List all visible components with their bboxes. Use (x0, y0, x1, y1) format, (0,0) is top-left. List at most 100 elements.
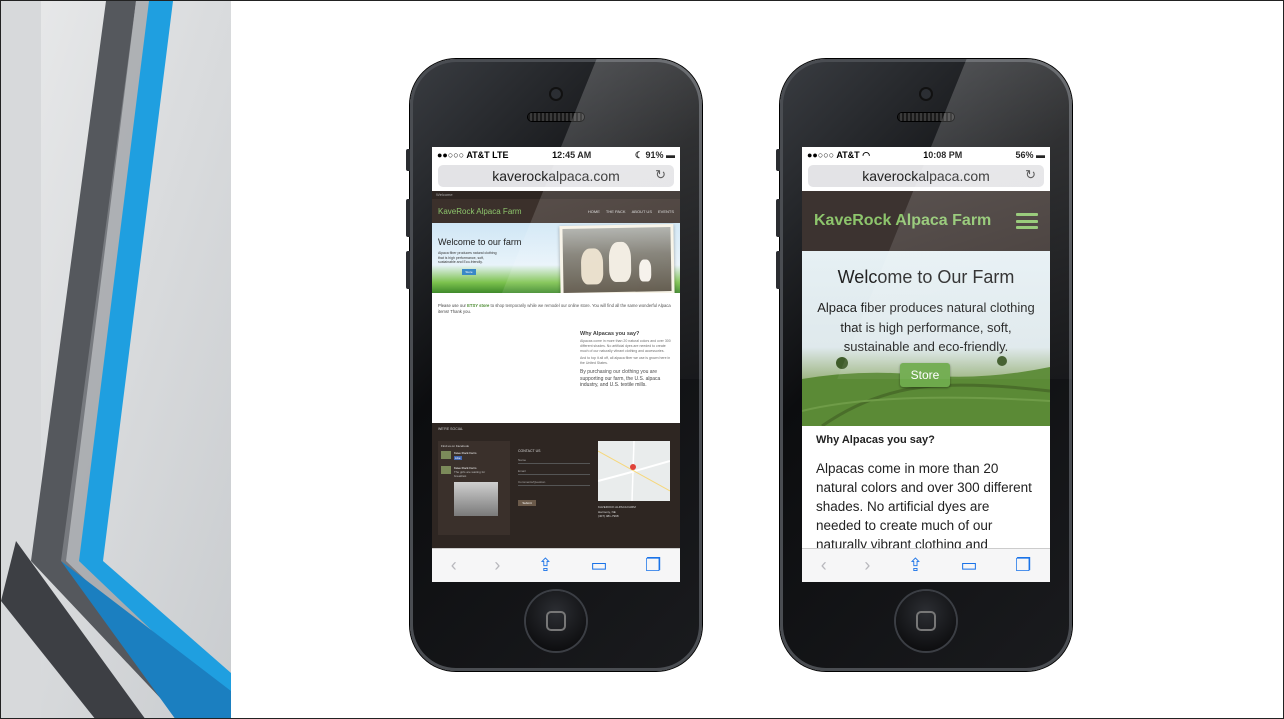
top-strip: Welcome (436, 192, 453, 197)
comments-field[interactable]: Comments/Question (518, 480, 590, 486)
status-bar: ●●○○○ AT&T ◠ 10:08 PM 56% ▬ (802, 147, 1050, 163)
forward-icon[interactable]: › (864, 555, 870, 576)
farm-address: KAVEROCK ALPACA FARM Harmony, NE (407) 4… (598, 505, 670, 519)
nav-events[interactable]: EVENTS (658, 209, 674, 214)
battery-label: ☾ 91% ▬ (634, 149, 675, 160)
hamburger-menu-icon[interactable] (1016, 213, 1038, 229)
alpaca-figure (608, 241, 632, 283)
slide: ●●○○○ AT&T LTE 12:45 AM ☾ 91% ▬ kaverock… (0, 0, 1284, 719)
facebook-label: Find us on Facebook (441, 444, 470, 448)
back-icon[interactable]: ‹ (451, 555, 457, 576)
store-button[interactable]: Store (462, 269, 476, 275)
url-text: kaverockalpaca.com (862, 168, 990, 184)
site-brand[interactable]: KaveRock Alpaca Farm (814, 212, 991, 230)
why-text: Alpacas come in more than 20 natural col… (816, 461, 1032, 548)
mute-switch (776, 149, 780, 171)
forward-icon[interactable]: › (494, 555, 500, 576)
alpaca-photo (559, 224, 675, 296)
home-button[interactable] (896, 591, 956, 651)
carrier-label: ●●○○○ AT&T LTE (437, 150, 509, 160)
hero-text: Alpaca fiber produces natural clothing t… (438, 251, 497, 265)
mobile-site-nav: KaveRock Alpaca Farm (802, 191, 1050, 251)
battery-label: 56% ▬ (1015, 150, 1045, 160)
submit-button[interactable]: Submit (518, 500, 536, 506)
carrier-text: ●●○○○ AT&T (807, 149, 863, 160)
name-field[interactable]: Name (518, 458, 590, 464)
facebook-page-row: Kave Rock Farm Like (438, 451, 510, 460)
side-stripes-graphic (1, 1, 231, 718)
earpiece-speaker (898, 113, 954, 121)
nav-about-us[interactable]: ABOUT US (632, 209, 652, 214)
hero-banner: Welcome to Our Farm Alpaca fiber produce… (802, 251, 1050, 426)
contact-form: CONTACT US Name Email Comments/Question … (518, 449, 590, 506)
front-camera (921, 89, 931, 99)
nav-home[interactable]: HOME (588, 209, 600, 214)
home-button[interactable] (526, 591, 586, 651)
back-icon[interactable]: ‹ (821, 555, 827, 576)
home-square-icon (916, 611, 936, 631)
store-notice: Please use our ETSY store to shop tempor… (438, 303, 674, 315)
site-brand[interactable]: KaveRock Alpaca Farm (438, 207, 522, 216)
hero-banner: Welcome to our farm Alpaca fiber produce… (432, 223, 680, 296)
earpiece-speaker (528, 113, 584, 121)
notice-prefix: Please use our (438, 303, 468, 308)
volume-up-button (406, 199, 410, 237)
store-button[interactable]: Store (900, 363, 950, 387)
tabs-icon[interactable]: ❐ (1015, 555, 1031, 576)
bookmarks-icon[interactable]: ▭ (591, 555, 608, 576)
share-icon[interactable]: ⇪ (908, 555, 923, 576)
hero-title: Welcome to our farm (438, 237, 522, 247)
content-body: Why Alpacas you say? Alpacas come in mor… (802, 426, 1050, 548)
why-text-1: Alpacas come in more than 20 natural col… (580, 339, 671, 353)
location-map[interactable] (598, 441, 670, 501)
site-menu: HOME THE PACK ABOUT US EVENTS (588, 209, 674, 214)
facebook-widget: Find us on Facebook Kave Rock Farm Like (438, 441, 510, 535)
site-nav: KaveRock Alpaca Farm HOME THE PACK ABOUT… (432, 199, 680, 223)
map-graphic (598, 441, 670, 501)
hamburger-line (1016, 213, 1038, 216)
contact-label: CONTACT US (518, 449, 541, 453)
time-label: 10:08 PM (923, 150, 963, 160)
share-icon[interactable]: ⇪ (538, 555, 553, 576)
site-footer: WE'RE SOCIAL Find us on Facebook Kave Ro… (432, 423, 680, 543)
wifi-icon: ◠ (862, 149, 871, 160)
page-thumbnail (441, 451, 451, 459)
iphone-left: ●●○○○ AT&T LTE 12:45 AM ☾ 91% ▬ kaverock… (406, 59, 702, 671)
status-bar: ●●○○○ AT&T LTE 12:45 AM ☾ 91% ▬ (432, 147, 680, 163)
alpaca-figure (638, 259, 652, 282)
post-text: The girls are waiting for breakfast (454, 470, 486, 478)
why-alpacas-section: Why Alpacas you say? Alpacas come in mor… (580, 331, 672, 389)
etsy-store-link[interactable]: ETSY store (467, 303, 489, 308)
volume-up-button (776, 199, 780, 237)
email-field[interactable]: Email (518, 469, 590, 475)
address-bar[interactable]: kaverockalpaca.com ↻ (808, 165, 1044, 187)
why-text-3: By purchasing our clothing you are suppo… (580, 369, 661, 389)
mute-switch (406, 149, 410, 171)
hamburger-line (1016, 219, 1038, 223)
volume-down-button (406, 251, 410, 289)
safari-toolbar: ‹ › ⇪ ▭ ❐ (802, 548, 1050, 582)
home-square-icon (546, 611, 566, 631)
why-text-2: And to top it all off, all alpaca fiber … (580, 355, 671, 365)
hero-text: Alpaca fiber produces natural clothing t… (817, 300, 1035, 354)
facebook-like-button[interactable]: Like (454, 456, 462, 460)
front-camera (551, 89, 561, 99)
alpaca-photo-image (562, 227, 672, 293)
phone-number: (407) 481-7998 (598, 514, 619, 518)
facebook-page-name[interactable]: Kave Rock Farm (454, 451, 476, 455)
reload-icon[interactable]: ↻ (655, 167, 666, 183)
address-bar[interactable]: kaverockalpaca.com ↻ (438, 165, 674, 187)
reload-icon[interactable]: ↻ (1025, 167, 1036, 183)
hero-title: Welcome to Our Farm (837, 267, 1015, 287)
phone-screen-mobile-site: ●●○○○ AT&T ◠ 10:08 PM 56% ▬ kaverockalpa… (802, 147, 1050, 582)
map-pin-icon (630, 464, 636, 470)
tabs-icon[interactable]: ❐ (645, 555, 661, 576)
decorative-side-panel (1, 1, 231, 718)
time-label: 12:45 AM (552, 150, 592, 160)
alpaca-figure (580, 248, 604, 285)
phone-screen-desktop-site: ●●○○○ AT&T LTE 12:45 AM ☾ 91% ▬ kaverock… (432, 147, 680, 582)
post-photo (454, 482, 498, 516)
nav-the-pack[interactable]: THE PACK (606, 209, 626, 214)
volume-down-button (776, 251, 780, 289)
bookmarks-icon[interactable]: ▭ (961, 555, 978, 576)
